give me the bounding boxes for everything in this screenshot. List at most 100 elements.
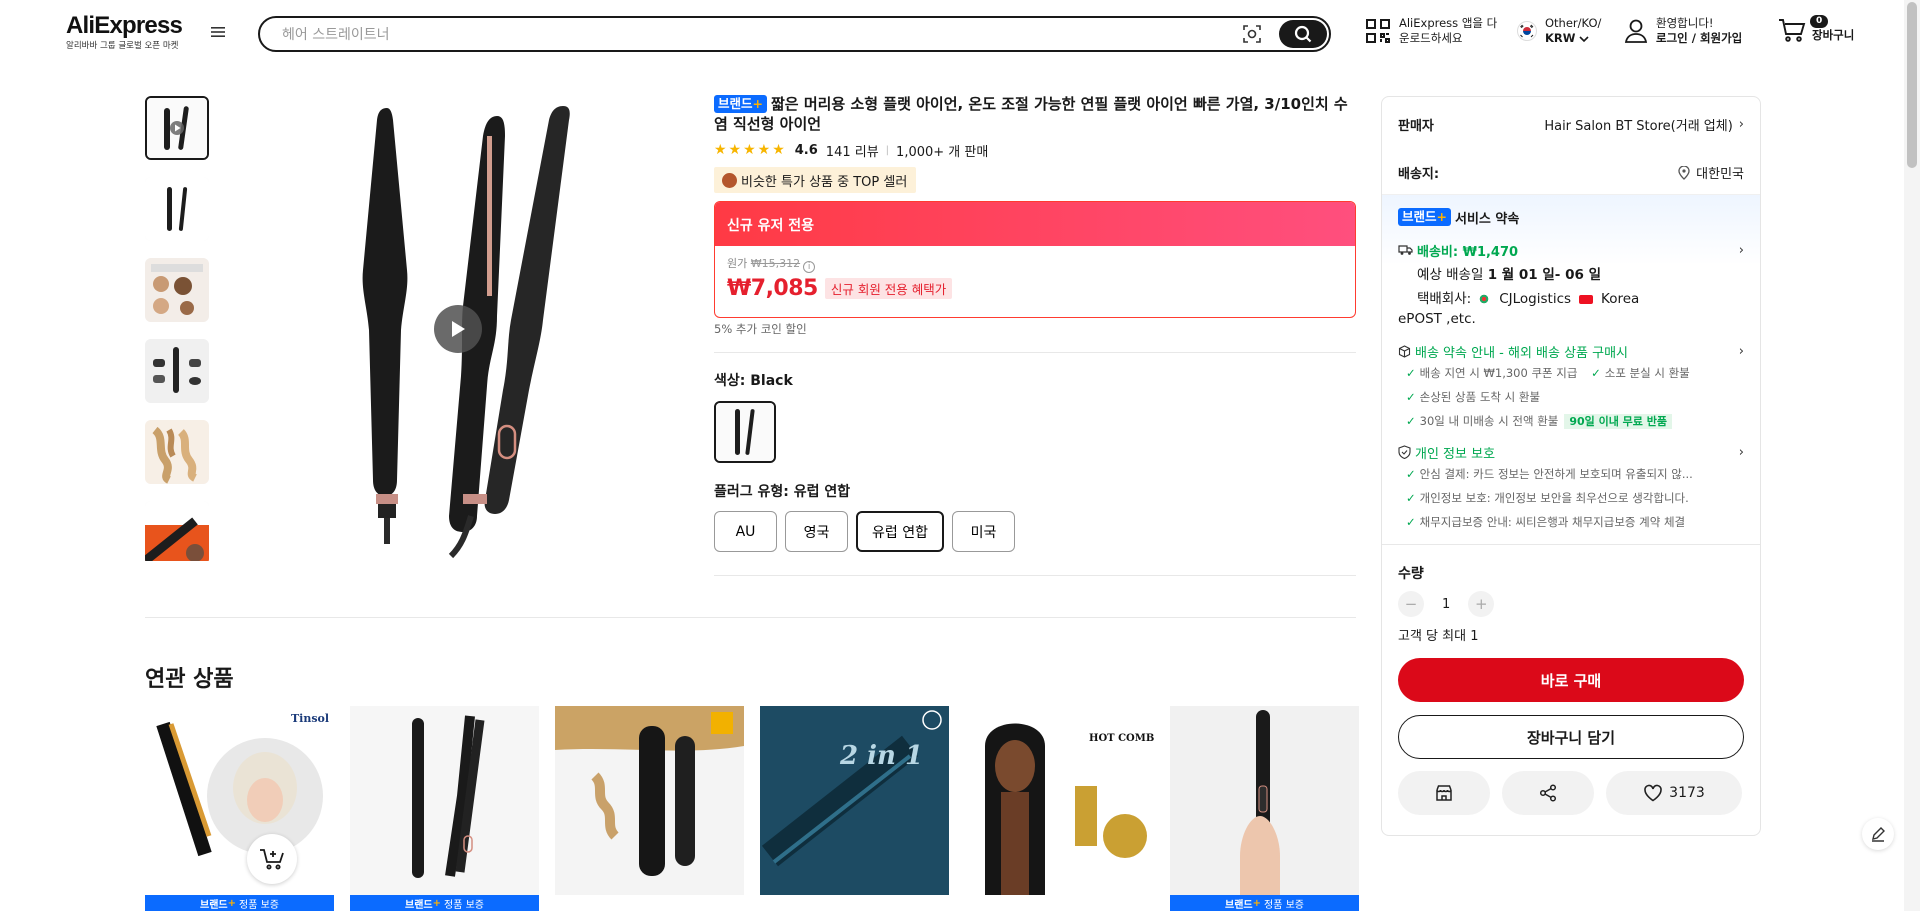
wishlist-count: 3173	[1669, 785, 1705, 801]
heart-icon	[1644, 784, 1662, 802]
privacy-line: ✓ 개인정보 보호: 개인정보 보안을 최우선으로 생각합니다.	[1406, 491, 1689, 505]
hot-comb-label: HOT COMB	[1089, 733, 1154, 744]
plug-options: AU 영국 유럽 연합 미국	[714, 511, 1356, 552]
add-to-cart-icon[interactable]	[247, 834, 297, 884]
app-download-link[interactable]: AliExpress 앱을 다 운로드하세요	[1365, 16, 1497, 46]
lang-line1: Other/KO/	[1545, 16, 1602, 30]
logo-subtitle: 알리바바 그룹 글로벌 오픈 마켓	[66, 41, 179, 51]
promise-line: ✓ 배송 지연 시 ₩1,300 쿠폰 지급 ✓ 소포 분실 시 환불	[1406, 366, 1690, 380]
increase-quantity-button[interactable]: +	[1468, 591, 1495, 617]
thumbnail-3[interactable]	[145, 258, 209, 322]
add-to-cart-button[interactable]: 장바구니 담기	[1398, 715, 1744, 759]
pencil-icon	[1872, 827, 1885, 842]
plug-option-us[interactable]: 미국	[951, 511, 1015, 552]
buy-now-button[interactable]: 바로 구매	[1398, 658, 1744, 702]
related-product-card[interactable]	[555, 706, 744, 911]
qr-code-icon	[1366, 19, 1390, 43]
sale-price: ₩7,085	[727, 276, 818, 301]
top-header: AliExpress 알리바바 그룹 글로벌 오픈 마켓 AliExpress …	[0, 0, 1904, 66]
search-bar	[258, 16, 1331, 52]
shield-icon	[1398, 445, 1411, 459]
store-button[interactable]	[1398, 771, 1490, 815]
ship-to-row[interactable]: 배송지: 대한민국	[1382, 151, 1760, 195]
account-menu[interactable]: 환영합니다! 로그인 / 회원가입	[1624, 16, 1742, 46]
info-icon[interactable]: i	[803, 261, 816, 273]
play-icon	[452, 321, 465, 337]
related-product-card[interactable]: HOT COMB	[965, 706, 1154, 911]
quantity-label: 수량	[1398, 566, 1424, 582]
cart-link[interactable]: 0 장바구니	[1778, 15, 1854, 43]
aliexpress-logo[interactable]: AliExpress 알리바바 그룹 글로벌 오픈 마켓	[66, 13, 198, 52]
cart-count-badge: 0	[1810, 15, 1829, 28]
image-search-icon[interactable]	[1241, 23, 1263, 45]
divider	[714, 575, 1356, 576]
seller-name: Hair Salon BT Store(거래 업체)	[1544, 118, 1733, 134]
user-icon	[1624, 19, 1648, 43]
privacy-line: ✓ 안심 결제: 카드 정보는 안전하게 보호되며 유출되지 않...	[1406, 467, 1693, 481]
carrier-line: 택배회사: CJLogistics Korea	[1417, 291, 1640, 307]
rating-row: ★★★★★ 4.6 141 리뷰 | 1,000+ 개 판매	[714, 141, 1356, 160]
top-seller-badge[interactable]: 비슷한 특가 상품 중 TOP 셀러	[714, 167, 917, 193]
page-scrollbar[interactable]	[1904, 0, 1920, 911]
free-return-badge: 90일 이내 무료 반품	[1564, 414, 1672, 429]
authentic-badge: 브랜드 + 정품 보증	[350, 895, 539, 911]
feedback-edit-button[interactable]	[1862, 818, 1894, 850]
welcome-text: 환영합니다!	[1656, 16, 1714, 30]
logo-text: AliExpress	[66, 12, 183, 39]
new-user-badge: 신규 회원 전용 혜택가	[824, 278, 953, 299]
delivery-promise-title: 배송 약속 안내 - 해외 배송 상품 구매시	[1415, 345, 1629, 361]
share-button[interactable]	[1502, 771, 1594, 815]
main-product-image[interactable]	[225, 96, 690, 561]
seller-label: 판매자	[1398, 118, 1434, 134]
search-button[interactable]	[1279, 20, 1327, 48]
service-title: 서비스 약속	[1455, 211, 1520, 227]
location-pin-icon	[1678, 165, 1690, 180]
thumbnail-5[interactable]	[145, 420, 209, 484]
related-product-card[interactable]: 브랜드 + 정품 보증	[1170, 706, 1359, 911]
ship-to-label: 배송지:	[1398, 167, 1440, 182]
search-icon	[1294, 25, 1312, 43]
thumbnail-2[interactable]	[145, 177, 209, 241]
shipping-fee-row[interactable]: 배송비: ₩1,470 ›	[1382, 239, 1760, 261]
thumbnail-4[interactable]	[145, 339, 209, 403]
related-products-grid: Tinsol 브랜드 + 정품 보증 브랜드 + 정품 보증 2 in 1 HOT CO…	[145, 706, 1359, 911]
related-product-card[interactable]: 2 in 1	[760, 706, 949, 911]
delivery-promise-row[interactable]: 배송 약속 안내 - 해외 배송 상품 구매시 ›	[1382, 341, 1760, 361]
wishlist-button[interactable]: 3173	[1606, 771, 1742, 815]
seller-row[interactable]: 판매자 Hair Salon BT Store(거래 업체) ›	[1382, 97, 1760, 151]
shipping-fee: 배송비: ₩1,470	[1417, 244, 1519, 260]
authentic-badge: 브랜드 + 정품 보증	[145, 895, 334, 911]
search-input[interactable]	[282, 25, 1202, 45]
color-swatch-black[interactable]	[714, 401, 776, 463]
thumbnail-list	[145, 96, 209, 561]
plug-option-eu[interactable]: 유럽 연합	[856, 511, 944, 552]
plug-option-uk[interactable]: 영국	[785, 511, 848, 552]
reviews-link[interactable]: 141 리뷰	[826, 141, 879, 160]
brand-plus-badge: 브랜드+	[1398, 208, 1451, 226]
chevron-right-icon: ›	[1738, 343, 1744, 359]
plug-type-label: 플러그 유형: 유럽 연합	[714, 484, 851, 500]
menu-icon[interactable]	[211, 26, 227, 40]
plug-option-au[interactable]: AU	[714, 511, 777, 552]
sold-count: 1,000+ 개 판매	[896, 144, 989, 160]
quantity-value[interactable]: 1	[1442, 597, 1450, 612]
brand-plus-badge: 브랜드+	[714, 95, 767, 113]
carrier-line-2: ePOST ,etc.	[1398, 311, 1476, 327]
language-currency-selector[interactable]: Other/KO/ KRW	[1517, 16, 1601, 46]
decrease-quantity-button[interactable]: −	[1398, 591, 1424, 617]
divider	[145, 617, 1356, 618]
play-video-button[interactable]	[434, 305, 482, 353]
thumbnail-6[interactable]	[145, 501, 209, 561]
cart-icon	[1779, 18, 1806, 42]
app-download-line2: 운로드하세요	[1399, 31, 1463, 45]
related-product-card[interactable]: Tinsol 브랜드 + 정품 보증	[145, 706, 334, 911]
login-signup-link[interactable]: 로그인 / 회원가입	[1656, 31, 1742, 46]
privacy-row[interactable]: 개인 정보 보호 ›	[1382, 442, 1760, 462]
promise-line: ✓ 30일 내 미배송 시 전액 환불 90일 이내 무료 반품	[1382, 409, 1760, 434]
related-product-card[interactable]: 브랜드 + 정품 보증	[350, 706, 539, 911]
app-download-line1: AliExpress 앱을 다	[1399, 16, 1498, 30]
box-icon	[1398, 344, 1411, 358]
thumbnail-video[interactable]	[145, 96, 209, 160]
scrollbar-thumb[interactable]	[1907, 2, 1917, 168]
cj-logo-icon	[1479, 294, 1490, 304]
